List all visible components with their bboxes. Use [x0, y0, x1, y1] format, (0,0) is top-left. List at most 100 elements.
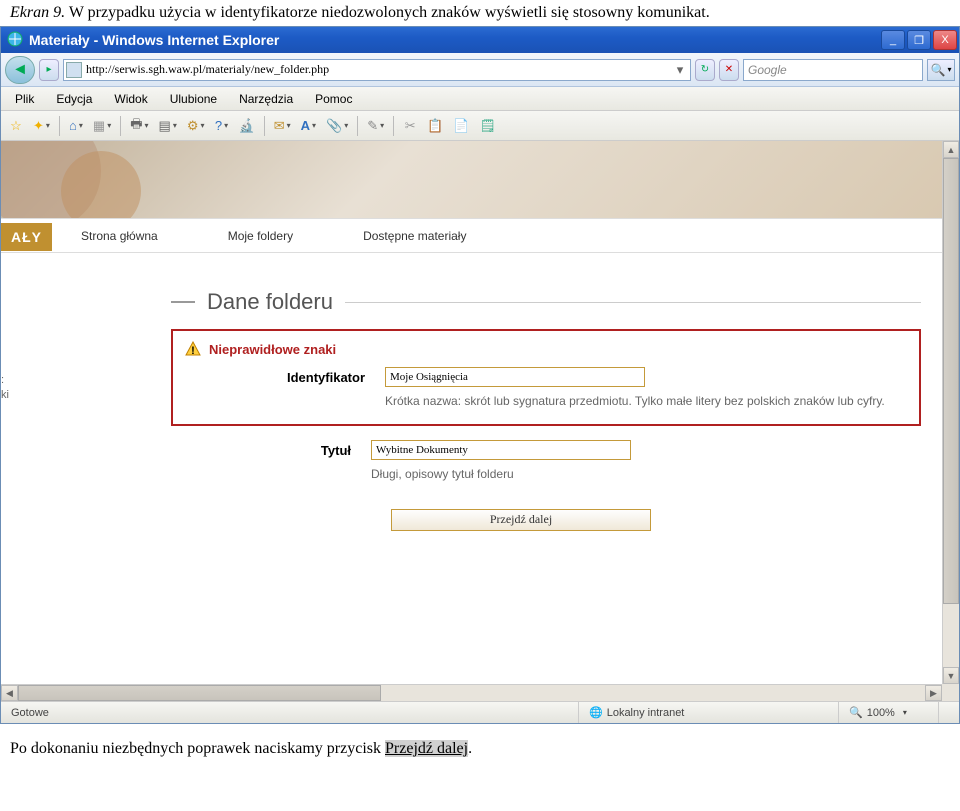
- encoding-button[interactable]: 📎▾: [322, 114, 352, 138]
- zoom-text: 100%: [867, 707, 895, 719]
- sitenav-materials[interactable]: Dostępne materiały: [363, 229, 466, 243]
- form-area: Dane folderu ! Nieprawidłowe znaki Ident…: [171, 289, 921, 531]
- home-icon: ⌂: [69, 118, 77, 133]
- menu-plik[interactable]: Plik: [5, 89, 44, 109]
- ie-icon: [7, 31, 23, 50]
- horizontal-scrollbar[interactable]: ◀ ▶: [1, 684, 942, 701]
- vertical-scrollbar[interactable]: ▲ ▼: [942, 141, 959, 684]
- nav-bar: ◄ ▸ http://serwis.sgh.waw.pl/materialy/n…: [1, 53, 959, 87]
- refresh-button[interactable]: ↻: [695, 59, 715, 81]
- status-bar: Gotowe 🌐 Lokalny intranet 🔍 100% ▾: [1, 701, 959, 723]
- font-icon: A: [301, 118, 310, 133]
- zoom-icon: 🔍: [849, 706, 863, 719]
- page-button[interactable]: ▤▾: [155, 114, 181, 138]
- stop-icon: ✕: [725, 64, 733, 75]
- rss-button[interactable]: ▦▾: [89, 114, 115, 138]
- fwd-button[interactable]: ▸: [39, 59, 59, 81]
- title-help: Długi, opisowy tytuł folderu: [371, 466, 871, 483]
- identyfikator-input[interactable]: [385, 367, 645, 387]
- rss-icon: ▦: [93, 118, 105, 134]
- status-zoom[interactable]: 🔍 100% ▾: [839, 702, 939, 723]
- edit-button[interactable]: ✎▾: [363, 114, 388, 138]
- przejdz-dalej-button[interactable]: Przejdź dalej: [391, 509, 651, 531]
- tools-button[interactable]: ⚙▾: [183, 114, 209, 138]
- search-button[interactable]: 🔍▾: [927, 59, 955, 81]
- favorites-button[interactable]: ✦▾: [29, 114, 54, 138]
- svg-text:!: !: [191, 345, 195, 357]
- id-label: Identyfikator: [185, 367, 385, 385]
- title-bar-left: Materiały - Windows Internet Explorer: [7, 31, 279, 50]
- paste-icon: 📄: [453, 118, 469, 134]
- page-icon: [66, 62, 82, 78]
- note-button[interactable]: 🗒: [476, 114, 501, 138]
- search-placeholder: Google: [748, 63, 787, 77]
- copy-button[interactable]: 📋: [423, 114, 447, 138]
- error-box: ! Nieprawidłowe znaki Identyfikator Krót…: [171, 329, 921, 426]
- title-bar: Materiały - Windows Internet Explorer _ …: [1, 27, 959, 53]
- home-button[interactable]: ⌂▾: [65, 114, 87, 138]
- mail-button[interactable]: ✉▾: [270, 114, 295, 138]
- status-zone: 🌐 Lokalny intranet: [579, 702, 839, 723]
- menu-ulubione[interactable]: Ulubione: [160, 89, 227, 109]
- menu-bar: Plik Edycja Widok Ulubione Narzędzia Pom…: [1, 87, 959, 111]
- caption-bottom-tail: .: [468, 740, 472, 757]
- back-button[interactable]: ◄: [5, 56, 35, 84]
- content-area: AŁY Strona główna Moje foldery Dostępne …: [1, 141, 959, 701]
- sitenav-folders[interactable]: Moje foldery: [228, 229, 293, 243]
- menu-narzedzia[interactable]: Narzędzia: [229, 89, 303, 109]
- help-icon: ?: [215, 118, 222, 133]
- refresh-icon: ↻: [701, 64, 709, 75]
- status-ready: Gotowe: [1, 702, 579, 723]
- search-input[interactable]: Google: [743, 59, 923, 81]
- print-button[interactable]: 🖶▾: [126, 114, 152, 138]
- favorites-add-button[interactable]: ☆: [5, 114, 27, 138]
- maximize-button[interactable]: ❐: [907, 30, 931, 50]
- star-plus-icon: ☆: [10, 118, 22, 134]
- scroll-up-button[interactable]: ▲: [943, 141, 959, 158]
- caption-label: Ekran 9.: [10, 4, 65, 21]
- copy-icon: 📋: [427, 118, 443, 134]
- minimize-button[interactable]: _: [881, 30, 905, 50]
- print-icon: 🖶: [130, 115, 142, 137]
- search-icon: 🔍: [931, 63, 946, 77]
- caption-bottom-text: Po dokonaniu niezbędnych poprawek nacisk…: [10, 740, 385, 757]
- back-icon: ◄: [12, 61, 28, 79]
- research-button[interactable]: 🔬: [235, 114, 259, 138]
- stop-button[interactable]: ✕: [719, 59, 739, 81]
- site-nav: Strona główna Moje foldery Dostępne mate…: [1, 219, 959, 253]
- scroll-right-button[interactable]: ▶: [925, 685, 942, 701]
- warning-icon: !: [185, 341, 201, 357]
- url-text: http://serwis.sgh.waw.pl/materialy/new_f…: [86, 62, 672, 77]
- title-label: Tytuł: [171, 440, 371, 458]
- menu-pomoc[interactable]: Pomoc: [305, 89, 362, 109]
- cut-button[interactable]: ✂: [399, 114, 421, 138]
- fieldset-title: Dane folderu: [207, 289, 333, 315]
- scroll-h-thumb[interactable]: [18, 685, 381, 701]
- scroll-v-thumb[interactable]: [943, 158, 959, 604]
- aly-tag: AŁY: [1, 223, 52, 251]
- resize-grip[interactable]: [939, 702, 959, 723]
- menu-widok[interactable]: Widok: [104, 89, 157, 109]
- help-button[interactable]: ?▾: [211, 114, 233, 138]
- edit-icon: ✎: [367, 118, 378, 134]
- caption-bottom-link: Przejdź dalej: [385, 740, 468, 757]
- tytul-input[interactable]: [371, 440, 631, 460]
- caption-text: W przypadku użycia w identyfikatorze nie…: [65, 4, 710, 21]
- close-button[interactable]: X: [933, 30, 957, 50]
- sitenav-home[interactable]: Strona główna: [81, 229, 158, 243]
- url-dropdown-icon[interactable]: ▾: [672, 62, 688, 78]
- window-title: Materiały - Windows Internet Explorer: [29, 32, 279, 48]
- font-button[interactable]: A▾: [297, 114, 320, 138]
- zone-icon: 🌐: [589, 706, 603, 719]
- scroll-down-button[interactable]: ▼: [943, 667, 959, 684]
- paste-button[interactable]: 📄: [449, 114, 473, 138]
- menu-edycja[interactable]: Edycja: [46, 89, 102, 109]
- toolbar: ☆ ✦▾ ⌂▾ ▦▾ 🖶▾ ▤▾ ⚙▾ ?▾ 🔬 ✉▾ A▾ 📎▾ ✎▾ ✂ 📋…: [1, 111, 959, 141]
- caption-top: Ekran 9. W przypadku użycia w identyfika…: [0, 0, 960, 26]
- id-help: Krótka nazwa: skrót lub sygnatura przedm…: [385, 393, 885, 410]
- note-icon: 🗒: [480, 118, 497, 134]
- address-bar[interactable]: http://serwis.sgh.waw.pl/materialy/new_f…: [63, 59, 691, 81]
- encoding-icon: 📎: [326, 118, 342, 134]
- fwd-icon: ▸: [46, 64, 51, 75]
- scroll-left-button[interactable]: ◀: [1, 685, 18, 701]
